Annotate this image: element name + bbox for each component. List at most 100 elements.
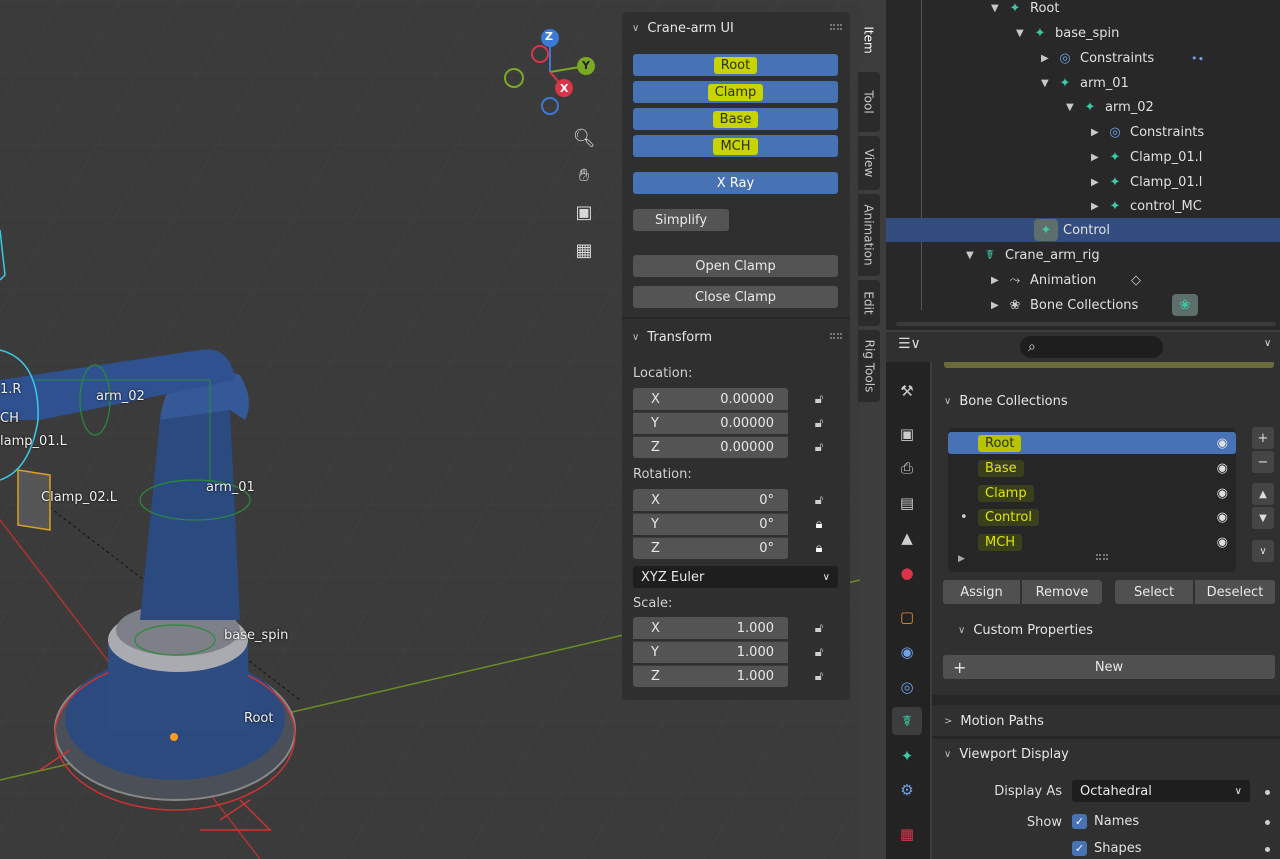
eye-icon[interactable]: ◉ [1217,486,1228,501]
show-names-checkbox[interactable]: ✓ Names [1072,814,1139,829]
grid-perspective-icon[interactable]: ▦ [569,235,599,265]
new-property-button[interactable]: + New [943,655,1275,679]
list-item[interactable]: • Control ◉ [948,506,1236,528]
animate-property-dot[interactable] [1265,790,1270,795]
tab-edit[interactable]: Edit [858,280,880,326]
remove-collection-button[interactable]: − [1252,451,1274,473]
rotation-z-field[interactable]: Z 0° [633,537,788,559]
eye-icon[interactable]: ◉ [1217,461,1228,476]
armature-data-tab-icon[interactable]: ☤ [892,707,922,735]
tree-item-constraints[interactable]: ▶ ◎ Constraints •∙ [886,46,1280,70]
tree-item-constraints-2[interactable]: ▶ ◎ Constraints [886,120,1280,144]
editor-type-icon[interactable]: ☰∨ [898,336,934,358]
properties-search-input[interactable]: ⌕ [1020,336,1163,358]
tree-item-animation[interactable]: ▶ ⤳ Animation ◇ [886,268,1280,292]
eye-icon[interactable]: ◉ [1217,436,1228,451]
pan-hand-icon[interactable]: ✋︎ [569,160,599,190]
tree-item-base-spin[interactable]: ▼ ✦ base_spin [886,21,1280,45]
animate-property-dot[interactable] [1265,847,1270,852]
list-item[interactable]: Base ◉ [948,457,1236,479]
show-shapes-checkbox[interactable]: ✓ Shapes [1072,841,1141,856]
animate-property-dot[interactable] [1265,820,1270,825]
scene-tab-icon[interactable]: ▲ [892,524,922,552]
select-button[interactable]: Select [1115,580,1193,604]
grip-icon[interactable] [830,333,842,339]
chevron-down-icon[interactable]: ∨ [1264,338,1271,349]
collapse-icon[interactable]: ▶ [958,554,965,564]
bone-tab-icon[interactable]: ✦ [892,742,922,770]
resize-grip-icon[interactable] [1096,554,1108,560]
zoom-icon[interactable]: 🔍︎ [569,123,599,153]
output-tab-icon[interactable]: ⎙ [892,454,922,482]
tree-item-clamp-01-b[interactable]: ▶ ✦ Clamp_01.l [886,170,1280,194]
bone-collections-panel-header[interactable]: ∨ Bone Collections [932,386,1280,416]
object-tab-icon[interactable]: ▢ [892,603,922,631]
texture-tab-icon[interactable]: ▦ [892,820,922,848]
render-tab-icon[interactable]: ▣ [892,420,922,448]
tree-item-clamp-01-a[interactable]: ▶ ✦ Clamp_01.l [886,145,1280,169]
open-clamp-button[interactable]: Open Clamp [633,255,838,277]
unlock-icon[interactable]: 🔓︎ [810,438,828,456]
eye-icon[interactable]: ◉ [1217,510,1228,525]
bone-constraints-tab-icon[interactable]: ⚙ [892,776,922,804]
tree-item-arm-02[interactable]: ▼ ✦ arm_02 [886,95,1280,119]
move-up-button[interactable]: ▲ [1252,483,1274,505]
custom-properties-header[interactable]: ∨ Custom Properties [932,615,1280,645]
simplify-button[interactable]: Simplify [633,209,729,231]
base-layer-button[interactable]: Base [633,108,838,130]
physics-tab-icon[interactable]: ◉ [892,638,922,666]
grip-icon[interactable] [830,24,842,30]
specials-menu-button[interactable]: ∨ [1252,540,1274,562]
unlock-icon[interactable]: 🔓︎ [810,491,828,509]
list-item[interactable]: Clamp ◉ [948,482,1236,504]
crane-ui-panel-header[interactable]: ∨ Crane-arm UI [622,15,850,41]
tool-tab-icon[interactable]: ⚒ [892,377,922,405]
pose-position-toggle[interactable] [944,362,1274,368]
location-z-field[interactable]: Z 0.00000 [633,436,788,458]
xray-button[interactable]: X Ray [633,172,838,194]
world-tab-icon[interactable]: ● [892,559,922,587]
tree-item-root[interactable]: ▼ ✦ Root [886,0,1280,20]
remove-button[interactable]: Remove [1022,580,1102,604]
rotation-x-field[interactable]: X 0° [633,489,788,511]
mch-layer-button[interactable]: MCH [633,135,838,157]
tree-item-crane-arm-rig[interactable]: ▼ ☤ Crane_arm_rig [886,243,1280,267]
rotation-y-field[interactable]: Y 0° [633,513,788,535]
rotation-mode-select[interactable]: XYZ Euler ∨ [633,566,838,588]
tab-rig-tools[interactable]: Rig Tools [858,330,880,402]
location-x-field[interactable]: X 0.00000 [633,388,788,410]
scale-z-field[interactable]: Z 1.000 [633,665,788,687]
transform-panel-header[interactable]: ∨ Transform [622,324,850,350]
motion-paths-header[interactable]: > Motion Paths [932,706,1280,736]
location-y-field[interactable]: Y 0.00000 [633,412,788,434]
unlock-icon[interactable]: 🔓︎ [810,414,828,432]
camera-icon[interactable]: ▣ [569,197,599,227]
unlock-icon[interactable]: 🔓︎ [810,667,828,685]
root-layer-button[interactable]: Root [633,54,838,76]
assign-button[interactable]: Assign [943,580,1020,604]
deselect-button[interactable]: Deselect [1195,580,1275,604]
list-item[interactable]: Root ◉ [948,432,1236,454]
display-as-select[interactable]: Octahedral ∨ [1072,780,1250,802]
close-clamp-button[interactable]: Close Clamp [633,286,838,308]
tab-item[interactable]: Item [858,12,880,68]
tree-item-arm-01[interactable]: ▼ ✦ arm_01 [886,71,1280,95]
unlock-icon[interactable]: 🔓︎ [810,643,828,661]
constraints-tab-icon[interactable]: ◎ [892,673,922,701]
scale-y-field[interactable]: Y 1.000 [633,641,788,663]
tree-item-bone-collections[interactable]: ▶ ❀ Bone Collections ❀ [886,293,1280,317]
tab-tool[interactable]: Tool [858,72,880,132]
tree-item-control-mch[interactable]: ▶ ✦ control_MC [886,194,1280,218]
move-down-button[interactable]: ▼ [1252,507,1274,529]
tab-view[interactable]: View [858,136,880,190]
eye-icon[interactable]: ◉ [1217,535,1228,550]
list-item[interactable]: MCH ◉ [948,531,1236,553]
unlock-icon[interactable]: 🔓︎ [810,619,828,637]
tree-item-control[interactable]: ✦ Control [886,218,1280,242]
lock-icon[interactable]: 🔒︎ [810,539,828,557]
lock-icon[interactable]: 🔒︎ [810,515,828,533]
viewport-display-header[interactable]: ∨ Viewport Display [932,739,1280,769]
add-collection-button[interactable]: + [1252,427,1274,449]
view-layer-tab-icon[interactable]: ▤ [892,489,922,517]
unlock-icon[interactable]: 🔓︎ [810,390,828,408]
